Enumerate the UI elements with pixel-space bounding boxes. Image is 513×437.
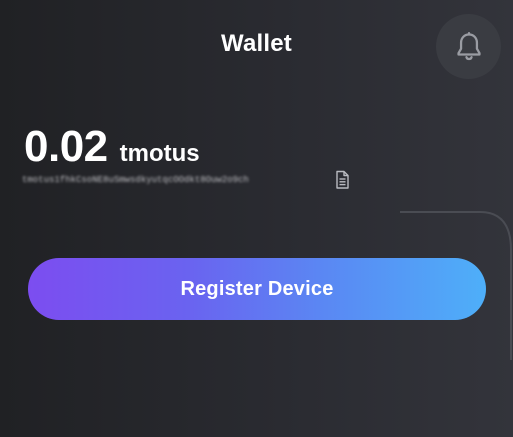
bell-icon xyxy=(456,31,481,60)
register-device-button[interactable]: Register Device xyxy=(28,258,486,320)
wallet-address: tmotus1fhkCsoNE8uSmwsdkyutqcOOdkt8Ouw2o9… xyxy=(22,175,249,185)
address-row: tmotus1fhkCsoNE8uSmwsdkyutqcOOdkt8Ouw2o9… xyxy=(22,170,350,190)
wallet-screen: Wallet 0.02 tmotus tmotus1fhkCsoNE8uSmws… xyxy=(0,0,513,437)
balance-amount: 0.02 xyxy=(24,122,108,171)
balance-display: 0.02 tmotus xyxy=(24,122,200,172)
notifications-button[interactable] xyxy=(436,14,501,79)
balance-unit: tmotus xyxy=(119,140,200,167)
copy-icon[interactable] xyxy=(334,170,350,190)
